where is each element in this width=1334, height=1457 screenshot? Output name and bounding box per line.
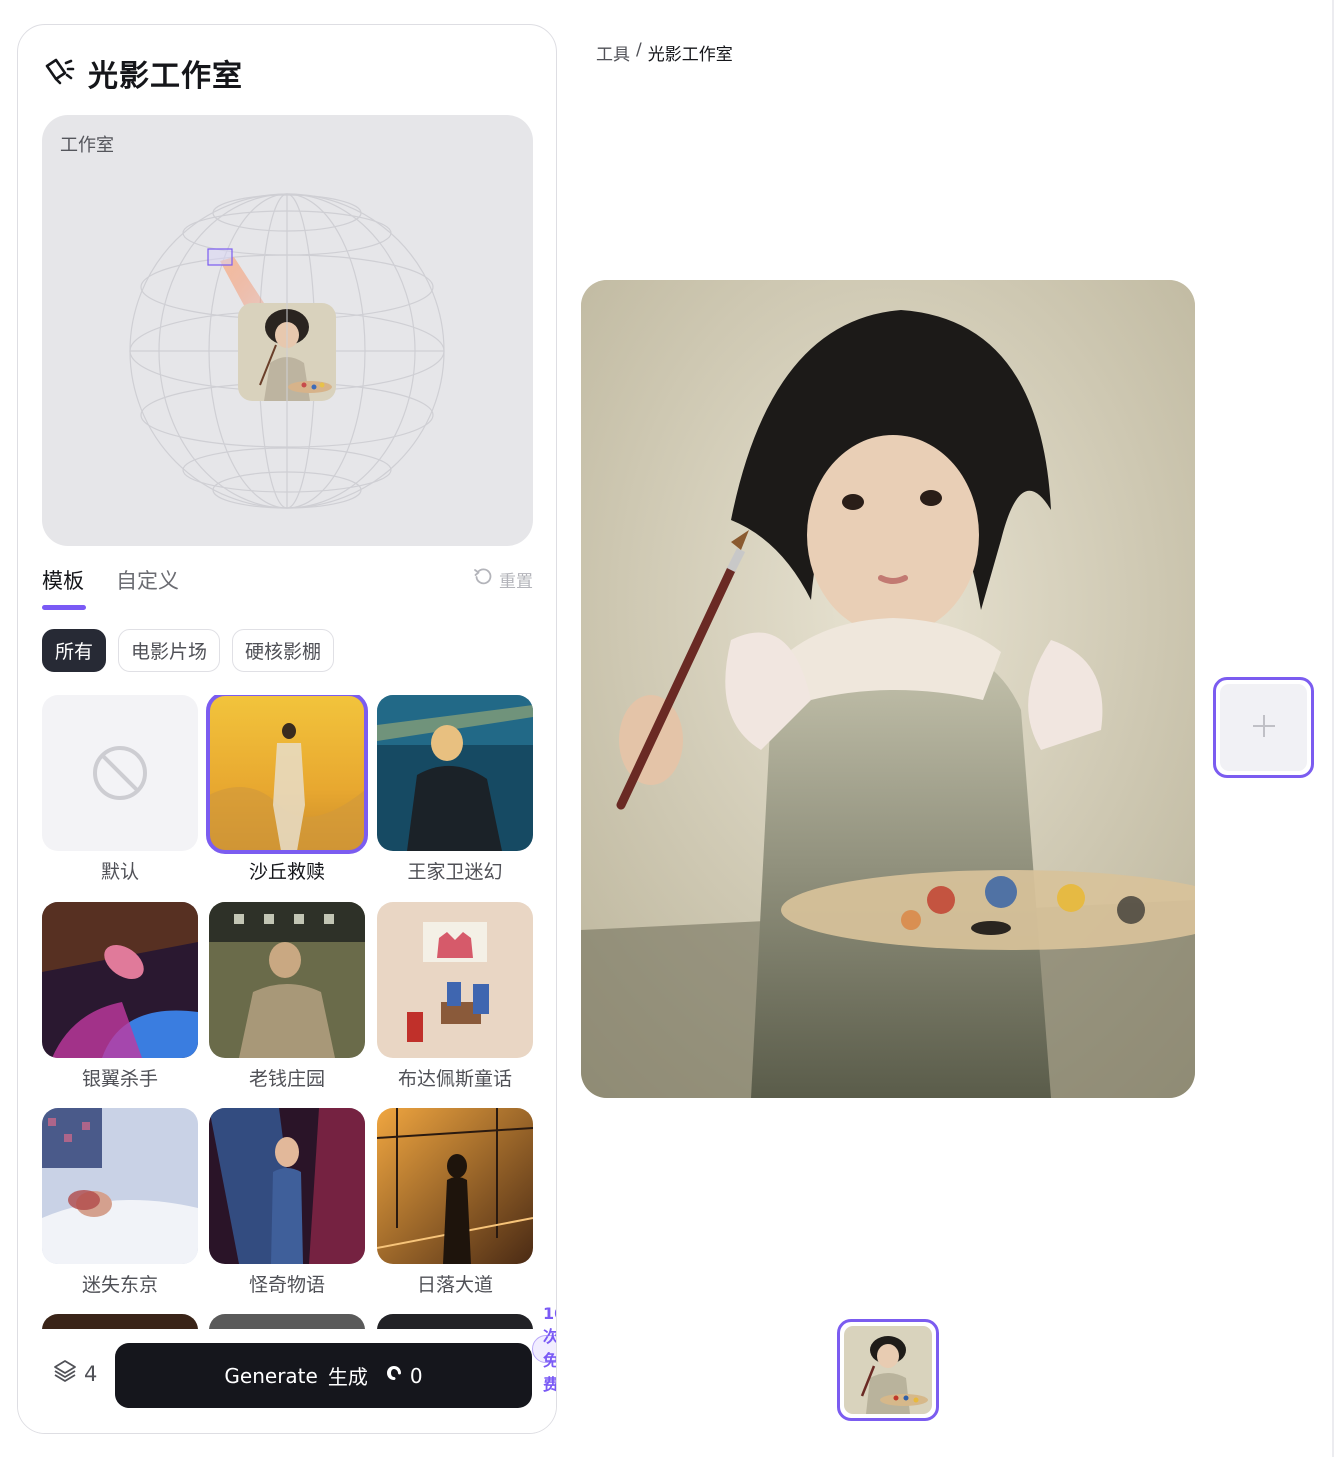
lighting-studio-panel: 光影工作室 工作室 模板 自定义 重置 所有 电影片场 硬核影棚 默认 沙丘救赎…: [17, 24, 557, 1434]
template-name: 银翼杀手: [81, 1068, 158, 1090]
template-name: 怪奇物语: [248, 1274, 325, 1296]
generate-button[interactable]: Generate 生成 0 10 次免费: [115, 1304, 556, 1408]
template-name: 默认: [100, 861, 139, 883]
layer-count-value: 4: [84, 1361, 98, 1386]
template-name: 日落大道: [416, 1274, 493, 1296]
filter-chip-all[interactable]: 所有: [42, 629, 107, 672]
template-grid: 默认 沙丘救赎 王家卫迷幻 银翼杀手 老钱庄园 布达佩斯童话 迷失东京 怪奇物语…: [42, 695, 533, 1329]
template-tile-lost-in-tokyo[interactable]: 迷失东京: [42, 1108, 198, 1297]
breadcrumb: 工具 / 光影工作室: [596, 40, 733, 65]
light-source-handle[interactable]: [207, 248, 233, 266]
generate-label: Generate: [224, 1363, 318, 1388]
template-tile-wkw[interactable]: 王家卫迷幻: [377, 695, 533, 884]
template-name: 老钱庄园: [248, 1068, 325, 1090]
add-image-slot: [1220, 684, 1307, 771]
app-page: 光影工作室 工作室 模板 自定义 重置 所有 电影片场 硬核影棚 默认 沙丘救赎…: [0, 0, 1334, 1457]
template-thumbnail: [377, 1108, 533, 1264]
generate-cost: 0: [384, 1363, 423, 1388]
generate-label-cn: 生成: [327, 1365, 368, 1389]
template-name: 王家卫迷幻: [407, 861, 503, 883]
page-title: 光影工作室: [88, 59, 243, 94]
template-thumbnail: [209, 1108, 365, 1264]
light-position-globe[interactable]: 工作室: [42, 115, 533, 546]
breadcrumb-separator: /: [636, 40, 642, 60]
template-thumbnail: [206, 695, 368, 854]
reset-button[interactable]: 重置: [473, 567, 533, 592]
template-name: 迷失东京: [81, 1274, 158, 1296]
breadcrumb-current: 光影工作室: [647, 45, 733, 65]
layers-icon: [52, 1358, 78, 1389]
template-thumbnail: [42, 695, 198, 851]
filter-chip-studio[interactable]: 硬核影棚: [232, 629, 335, 672]
template-thumbnail: [42, 1108, 198, 1264]
generate-footer: 4 Generate 生成 0 10 次免费: [18, 1304, 556, 1433]
template-name: 布达佩斯童话: [397, 1068, 512, 1090]
spotlight-icon: [42, 54, 76, 92]
template-tile[interactable]: [42, 1314, 198, 1329]
template-name: 沙丘救赎: [248, 861, 325, 883]
result-history-thumbnail[interactable]: [837, 1319, 939, 1421]
template-thumbnail: [42, 1314, 198, 1329]
template-tile[interactable]: [377, 1314, 533, 1329]
generate-cost-value: 0: [409, 1363, 423, 1388]
filter-chip-movie-set[interactable]: 电影片场: [118, 629, 221, 672]
reset-label: 重置: [499, 572, 533, 592]
credits-icon: [384, 1363, 404, 1388]
template-tile-blade-runner[interactable]: 银翼杀手: [42, 902, 198, 1091]
template-tile-stranger-things[interactable]: 怪奇物语: [209, 1108, 365, 1297]
history-thumbnail-image: [844, 1326, 932, 1414]
template-tile-budapest[interactable]: 布达佩斯童话: [377, 902, 533, 1091]
template-thumbnail: [209, 902, 365, 1058]
breadcrumb-tools-link[interactable]: 工具: [596, 40, 630, 65]
free-uses-badge: 10 次免费: [532, 1304, 556, 1394]
template-tile[interactable]: [209, 1314, 365, 1329]
layer-count[interactable]: 4: [52, 1358, 97, 1389]
template-thumbnail: [377, 695, 533, 851]
reset-icon: [473, 567, 493, 592]
panel-header: 光影工作室: [42, 53, 243, 94]
tab-custom[interactable]: 自定义: [116, 565, 179, 595]
template-thumbnail: [42, 902, 198, 1058]
plus-icon: [1250, 712, 1278, 744]
template-thumbnail: [377, 902, 533, 1058]
template-tile-dune[interactable]: 沙丘救赎: [206, 695, 368, 884]
main-image-preview: [581, 280, 1195, 1098]
tab-bar: 模板 自定义 重置: [42, 565, 533, 611]
category-filter: 所有 电影片场 硬核影棚: [42, 629, 335, 672]
add-image-button[interactable]: [1213, 677, 1314, 778]
template-thumbnail: [377, 1314, 533, 1329]
template-tile-old-money[interactable]: 老钱庄园: [209, 902, 365, 1091]
template-thumbnail: [209, 1314, 365, 1329]
tab-active-indicator: [42, 605, 86, 610]
template-tile-default[interactable]: 默认: [42, 695, 198, 884]
tab-templates[interactable]: 模板: [42, 565, 84, 595]
template-tile-sunset-blvd[interactable]: 日落大道: [377, 1108, 533, 1297]
